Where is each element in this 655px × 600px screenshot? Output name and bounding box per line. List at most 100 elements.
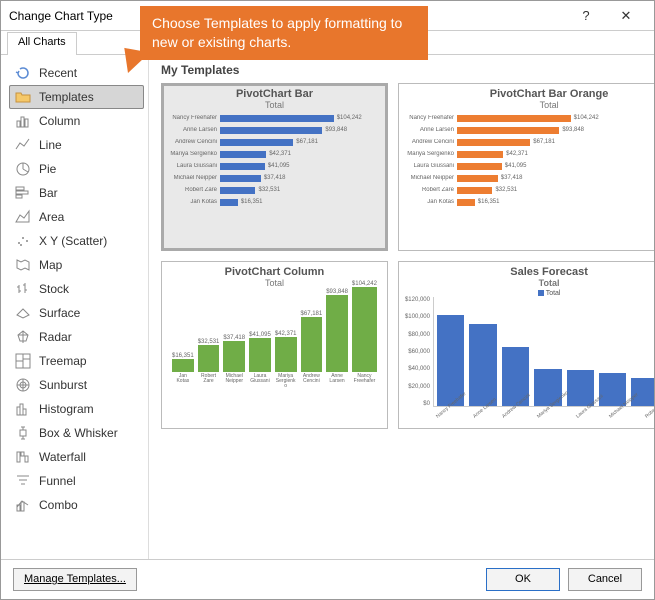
y-tick: $20,000: [405, 384, 430, 390]
hbar-category: Mariya Sergienko: [168, 151, 220, 157]
thumb-title: PivotChart Bar Orange: [405, 88, 654, 100]
sidebar-item-line[interactable]: Line: [9, 133, 144, 157]
sunburst-chart-icon: [15, 377, 31, 393]
waterfall-chart-icon: [15, 449, 31, 465]
section-title: My Templates: [161, 63, 642, 77]
hbar-bar: [220, 199, 238, 206]
sidebar-item-radar[interactable]: Radar: [9, 325, 144, 349]
hbar-value: $104,242: [571, 115, 599, 121]
template-thumb-sales-forecast[interactable]: Sales Forecast Total Total $120,000$100,…: [398, 261, 654, 429]
folder-icon: [15, 89, 31, 105]
thumb-title: PivotChart Bar: [168, 88, 381, 100]
y-tick: $40,000: [405, 366, 430, 372]
hbar-bar: [220, 163, 265, 170]
hbar-value: $67,181: [293, 139, 318, 145]
sidebar-item-label: X Y (Scatter): [39, 234, 107, 248]
vbar-bar: [352, 287, 377, 372]
help-button[interactable]: ?: [566, 8, 606, 23]
hbar-bar: [457, 199, 475, 206]
sidebar-item-surface[interactable]: Surface: [9, 301, 144, 325]
sidebar-item-label: Treemap: [39, 354, 87, 368]
sidebar-item-bar[interactable]: Bar: [9, 181, 144, 205]
vbar-chart: $16,351Jan Kotas$32,531Robert Zare$37,41…: [168, 290, 381, 390]
hbar-bar: [457, 115, 571, 122]
cancel-button[interactable]: Cancel: [568, 568, 642, 591]
hbar-value: $37,418: [261, 175, 286, 181]
hbar-value: $32,531: [255, 187, 280, 193]
hbar-bar: [220, 175, 261, 182]
sidebar-item-label: Pie: [39, 162, 56, 176]
thumb-subtitle: Total: [168, 278, 381, 288]
hbar-category: Anne Larsen: [168, 127, 220, 133]
vbar-column: $32,531Robert Zare: [198, 339, 220, 390]
vbar-category: Mariya Sergienko: [275, 374, 297, 390]
sidebar-item-stock[interactable]: Stock: [9, 277, 144, 301]
thumb-subtitle: Total: [405, 100, 654, 110]
vbar-column: $37,418Michael Neipper: [223, 335, 245, 390]
vbar-category: Jan Kotas: [172, 374, 194, 390]
stock-chart-icon: [15, 281, 31, 297]
sidebar-item-boxwhisker[interactable]: Box & Whisker: [9, 421, 144, 445]
hbar-row: Jan Kotas$16,351: [168, 196, 381, 208]
hbar-row: Mariya Sergienko$42,371: [405, 148, 654, 160]
sidebar-item-label: Line: [39, 138, 62, 152]
hbar-bar: [457, 127, 559, 134]
sidebar-item-sunburst[interactable]: Sunburst: [9, 373, 144, 397]
treemap-chart-icon: [15, 353, 31, 369]
vbar-category: Anne Larsen: [326, 374, 348, 390]
hbar-row: Michael Neipper$37,418: [168, 172, 381, 184]
sidebar-item-label: Surface: [39, 306, 80, 320]
sidebar-item-pie[interactable]: Pie: [9, 157, 144, 181]
sidebar-item-area[interactable]: Area: [9, 205, 144, 229]
surface-chart-icon: [15, 305, 31, 321]
hbar-row: Robert Zare$32,531: [405, 184, 654, 196]
vbar-bar: [198, 345, 220, 372]
sidebar-item-scatter[interactable]: X Y (Scatter): [9, 229, 144, 253]
hbar-value: $67,181: [530, 139, 555, 145]
y-axis: $120,000$100,000$80,000$60,000$40,000$20…: [405, 297, 433, 407]
hbar-category: Laura Giussani: [168, 163, 220, 169]
sidebar-item-templates[interactable]: Templates: [9, 85, 144, 109]
radar-chart-icon: [15, 329, 31, 345]
hbar-value: $41,095: [502, 163, 527, 169]
y-tick: $0: [405, 401, 430, 407]
vbar-column: $93,848Anne Larsen: [326, 289, 348, 390]
hbar-category: Robert Zare: [168, 187, 220, 193]
hbar-category: Michael Neipper: [405, 175, 457, 181]
sidebar-item-combo[interactable]: Combo: [9, 493, 144, 517]
sidebar-item-treemap[interactable]: Treemap: [9, 349, 144, 373]
recent-icon: [15, 65, 31, 81]
sidebar-item-label: Area: [39, 210, 64, 224]
forecast-bar: [567, 370, 594, 406]
sidebar-item-funnel[interactable]: Funnel: [9, 469, 144, 493]
hbar-value: $41,095: [265, 163, 290, 169]
vbar-category: Robert Zare: [198, 374, 220, 390]
pie-chart-icon: [15, 161, 31, 177]
hbar-value: $16,351: [475, 199, 500, 205]
template-thumb-pivotchart-bar-orange[interactable]: PivotChart Bar Orange Total Nancy Freeha…: [398, 83, 654, 251]
sidebar-item-histogram[interactable]: Histogram: [9, 397, 144, 421]
forecast-bar: [599, 373, 626, 406]
sidebar-item-map[interactable]: Map: [9, 253, 144, 277]
vbar-category: Michael Neipper: [223, 374, 245, 390]
hbar-value: $104,242: [334, 115, 362, 121]
sidebar-item-label: Radar: [39, 330, 72, 344]
close-button[interactable]: ✕: [606, 8, 646, 24]
template-thumb-pivotchart-column[interactable]: PivotChart Column Total $16,351Jan Kotas…: [161, 261, 388, 429]
sidebar-item-column[interactable]: Column: [9, 109, 144, 133]
funnel-chart-icon: [15, 473, 31, 489]
tab-all-charts[interactable]: All Charts: [7, 32, 77, 55]
sidebar-item-waterfall[interactable]: Waterfall: [9, 445, 144, 469]
sidebar-item-label: Templates: [39, 90, 94, 104]
thumb-title: Sales Forecast: [405, 266, 654, 278]
y-tick: $80,000: [405, 332, 430, 338]
boxwhisker-chart-icon: [15, 425, 31, 441]
hbar-row: Anne Larsen$93,848: [405, 124, 654, 136]
hbar-row: Nancy Freehafer$104,242: [168, 112, 381, 124]
manage-templates-button[interactable]: Manage Templates...: [13, 568, 137, 591]
sidebar-item-label: Funnel: [39, 474, 76, 488]
ok-button[interactable]: OK: [486, 568, 560, 591]
template-thumb-pivotchart-bar[interactable]: PivotChart Bar Total Nancy Freehafer$104…: [161, 83, 388, 251]
bar-chart-icon: [15, 185, 31, 201]
sidebar-item-label: Stock: [39, 282, 69, 296]
